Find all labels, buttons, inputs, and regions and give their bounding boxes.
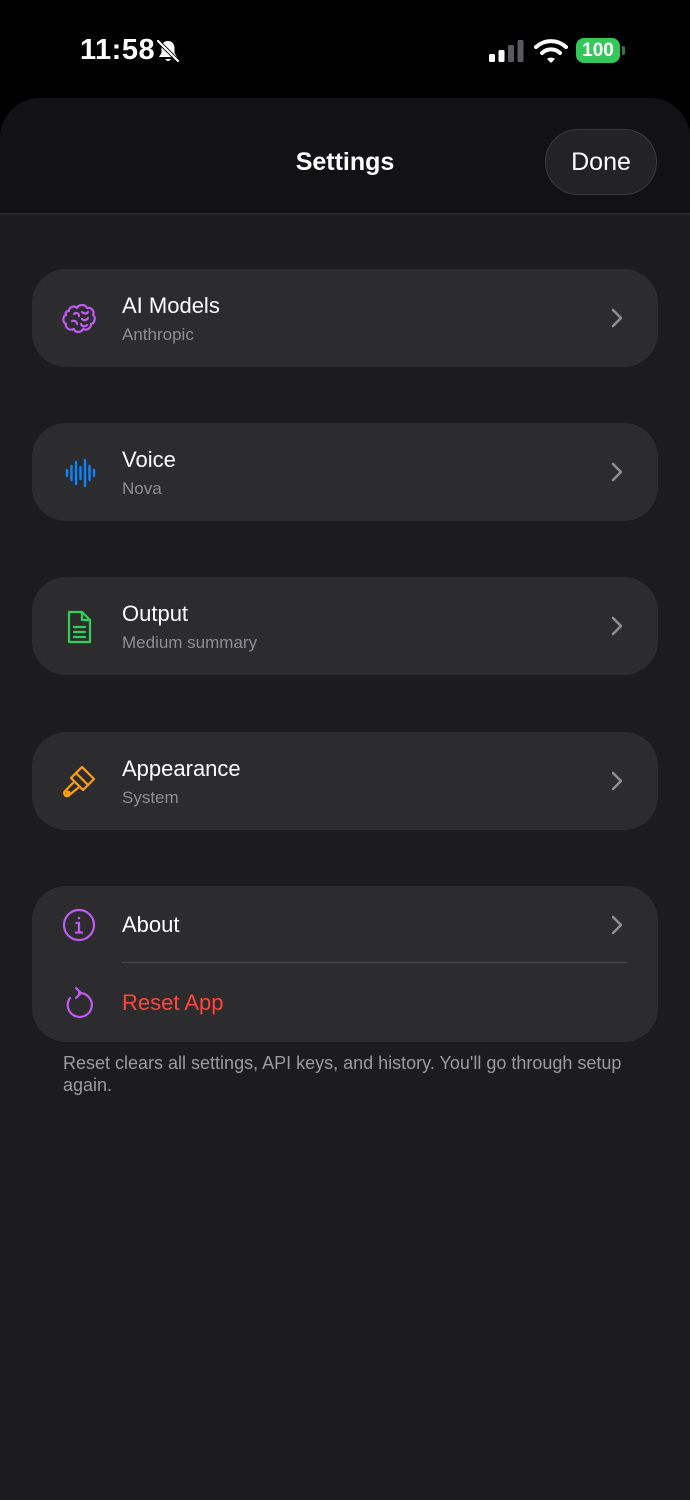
info-circle-icon <box>62 908 96 942</box>
wifi-icon <box>534 39 568 63</box>
about-reset-card: About Reset App <box>32 886 658 1042</box>
row-subtitle-voice: Nova <box>122 479 162 498</box>
row-title-reset-app: Reset App <box>122 990 224 1015</box>
row-title-ai-models: AI Models <box>122 293 220 318</box>
waveform-icon <box>65 458 96 488</box>
settings-row-reset-app[interactable]: Reset App <box>32 964 658 1042</box>
ai-models-card: AI Models Anthropic <box>32 269 658 367</box>
chevron-right-icon <box>611 616 623 636</box>
appearance-card: Appearance System <box>32 732 658 830</box>
row-title-about: About <box>122 912 180 937</box>
status-time: 11:58 <box>80 34 156 66</box>
chevron-right-icon <box>611 915 623 935</box>
done-button[interactable]: Done <box>545 129 657 195</box>
bell-slash-icon <box>156 39 180 63</box>
paintbrush-icon <box>63 765 96 798</box>
chevron-right-icon <box>611 462 623 482</box>
battery-icon: 100 <box>576 38 625 63</box>
settings-screen: 11:58 100 Settings Done AI Models Anthro… <box>0 0 690 1500</box>
row-subtitle-output: Medium summary <box>122 633 258 652</box>
voice-card: Voice Nova <box>32 423 658 521</box>
brain-icon <box>62 303 96 334</box>
status-bar: 11:58 100 <box>0 0 690 100</box>
settings-row-ai-models[interactable]: AI Models Anthropic <box>32 269 658 367</box>
row-subtitle-ai-models: Anthropic <box>122 325 194 344</box>
settings-row-appearance[interactable]: Appearance System <box>32 732 658 830</box>
settings-sheet: Settings Done AI Models Anthropic Voice … <box>0 98 690 1500</box>
output-card: Output Medium summary <box>32 577 658 675</box>
chevron-right-icon <box>611 771 623 791</box>
reset-arrow-icon <box>66 986 93 1019</box>
battery-level: 100 <box>576 38 620 63</box>
row-title-output: Output <box>122 601 189 626</box>
settings-row-voice[interactable]: Voice Nova <box>32 423 658 521</box>
cellular-signal-icon <box>489 40 524 62</box>
settings-row-about[interactable]: About <box>32 886 658 964</box>
reset-footnote: Reset clears all settings, API keys, and… <box>63 1053 622 1095</box>
divider <box>122 962 627 963</box>
row-title-voice: Voice <box>122 447 176 472</box>
chevron-right-icon <box>611 308 623 328</box>
settings-row-output[interactable]: Output Medium summary <box>32 577 658 675</box>
row-subtitle-appearance: System <box>122 788 179 807</box>
document-icon <box>67 610 92 644</box>
nav-bar: Settings Done <box>0 98 690 214</box>
row-title-appearance: Appearance <box>122 756 241 781</box>
